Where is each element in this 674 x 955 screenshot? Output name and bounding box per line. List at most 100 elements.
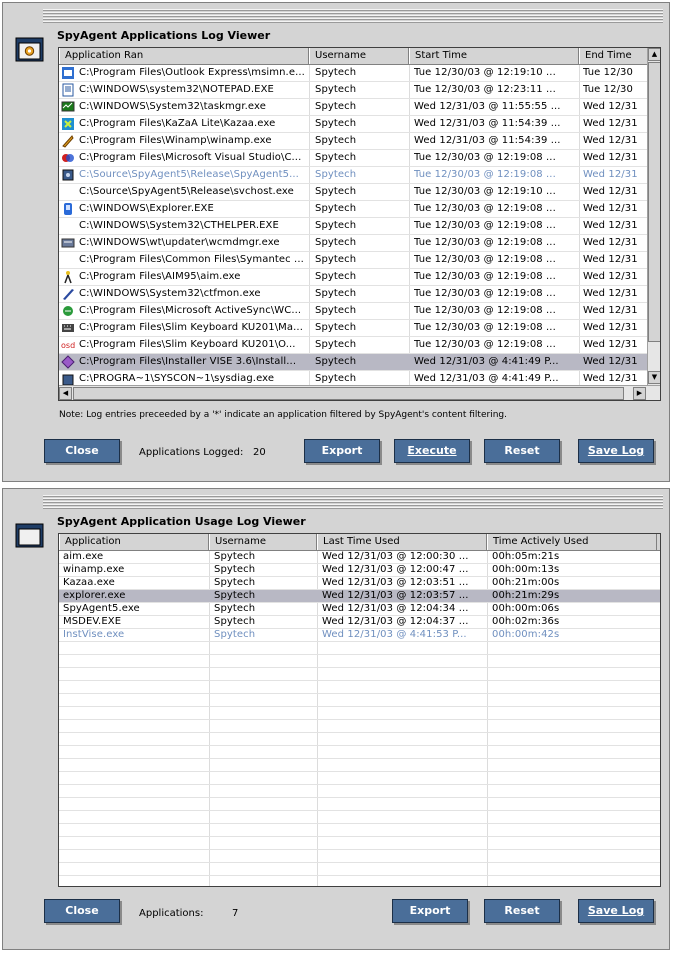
end-time: Wed 12/31	[583, 237, 638, 248]
usage-log-table[interactable]: Application Username Last Time Used Time…	[58, 533, 661, 887]
table-row[interactable]: osd C:\Program Files\Slim Keyboard KU201\…	[59, 337, 649, 354]
table-row[interactable]: C:\Program Files\KaZaA Lite\Kazaa.exe Spy…	[59, 116, 649, 133]
end-time: Tue 12/30	[583, 67, 633, 78]
username: Spytech	[214, 603, 256, 614]
table-row[interactable]: InstVise.exe Spytech Wed 12/31/03 @ 4:41:5…	[59, 629, 660, 642]
username: Spytech	[315, 237, 357, 248]
column-header-start-time[interactable]: Start Time	[409, 48, 579, 64]
table-row[interactable]: aim.exe Spytech Wed 12/31/03 @ 12:00:30 ..…	[59, 551, 660, 564]
close-button[interactable]: Close	[44, 439, 120, 463]
column-header-application[interactable]: Application	[59, 534, 209, 550]
table-row[interactable]: C:\Program Files\AIM95\aim.exe Spytech Tue…	[59, 269, 649, 286]
end-time: Wed 12/31	[583, 254, 638, 265]
visual-studio-icon	[61, 151, 75, 165]
table-row[interactable]: C:\Program Files\Common Files\Symantec .…	[59, 252, 649, 269]
kazaa-icon	[61, 117, 75, 131]
start-time: Wed 12/31/03 @ 4:41:49 P...	[414, 373, 559, 384]
column-header-end-time[interactable]: End Time	[579, 48, 649, 64]
application-path: C:\Program Files\Microsoft Visual Studio…	[79, 152, 302, 163]
table-row[interactable]: winamp.exe Spytech Wed 12/31/03 @ 12:00:47…	[59, 564, 660, 577]
scroll-up-icon[interactable]: ▲	[648, 48, 660, 61]
username: Spytech	[214, 577, 256, 588]
save-log-button[interactable]: Save Log	[578, 439, 654, 463]
column-header-last-time-used[interactable]: Last Time Used	[317, 534, 487, 550]
table-row[interactable]: C:\PROGRA~1\SYSCON~1\sysdiag.exe Spytech W…	[59, 371, 649, 385]
time-actively-used: 00h:00m:13s	[492, 564, 560, 575]
table-row[interactable]: C:\WINDOWS\System32\ctfmon.exe Spytech Tue…	[59, 286, 649, 303]
empty-table-row	[59, 824, 660, 837]
table-row[interactable]: C:\Program Files\Outlook Express\msimn.e…	[59, 65, 649, 82]
table-row[interactable]: C:\Program Files\Microsoft Visual Studio…	[59, 150, 649, 167]
table-row[interactable]: C:\Program Files\Winamp\winamp.exe Spytec…	[59, 133, 649, 150]
username: Spytech	[315, 271, 357, 282]
empty-table-row	[59, 707, 660, 720]
table-row[interactable]: C:\Source\SpyAgent5\Release\svchost.exe S…	[59, 184, 649, 201]
reset-button[interactable]: Reset	[484, 439, 560, 463]
start-time: Tue 12/30/03 @ 12:19:08 ...	[414, 220, 556, 231]
table-row[interactable]: C:\WINDOWS\System32\taskmgr.exe Spytech We…	[59, 99, 649, 116]
last-time-used: Wed 12/31/03 @ 12:00:30 ...	[322, 551, 469, 562]
close-button[interactable]: Close	[44, 899, 120, 923]
username: Spytech	[315, 305, 357, 316]
installer-vise-icon	[61, 355, 75, 369]
table-row[interactable]: C:\WINDOWS\Explorer.EXE Spytech Tue 12/30/…	[59, 201, 649, 218]
winamp-icon	[61, 134, 75, 148]
table-row[interactable]: C:\Source\SpyAgent5\Release\SpyAgent5...…	[59, 167, 649, 184]
scroll-right-icon[interactable]: ▶	[633, 387, 646, 400]
column-header-username[interactable]: Username	[209, 534, 317, 550]
empty-table-row	[59, 785, 660, 798]
table-row[interactable]: C:\WINDOWS\System32\CTHELPER.EXE Spytech T…	[59, 218, 649, 235]
vertical-scrollbar[interactable]: ▲ ▼	[647, 48, 660, 385]
execute-button[interactable]: Execute	[394, 439, 470, 463]
application-path: C:\WINDOWS\wt\updater\wcmdmgr.exe	[79, 237, 280, 248]
application-name: MSDEV.EXE	[63, 616, 122, 627]
horizontal-scroll-thumb[interactable]	[73, 387, 624, 400]
reset-button[interactable]: Reset	[484, 899, 560, 923]
application-name: explorer.exe	[63, 590, 126, 601]
table-row[interactable]: explorer.exe Spytech Wed 12/31/03 @ 12:03:…	[59, 590, 660, 603]
usage-log-window-icon	[15, 523, 45, 549]
start-time: Tue 12/30/03 @ 12:19:08 ...	[414, 254, 556, 265]
table-row[interactable]: C:\Program Files\Slim Keyboard KU201\Ma.…	[59, 320, 649, 337]
table-row[interactable]: Kazaa.exe Spytech Wed 12/31/03 @ 12:03:51 …	[59, 577, 660, 590]
start-time: Wed 12/31/03 @ 11:55:55 ...	[414, 101, 561, 112]
application-name: SpyAgent5.exe	[63, 603, 140, 614]
application-path: C:\Program Files\Common Files\Symantec .…	[79, 254, 304, 265]
table-row[interactable]: C:\WINDOWS\wt\updater\wcmdmgr.exe Spytech…	[59, 235, 649, 252]
end-time: Wed 12/31	[583, 305, 638, 316]
empty-table-row	[59, 720, 660, 733]
column-header-time-actively-used[interactable]: Time Actively Used	[487, 534, 657, 550]
end-time: Wed 12/31	[583, 271, 638, 282]
vertical-scroll-thumb[interactable]	[648, 62, 660, 342]
applications-log-table[interactable]: Application Ran Username Start Time End …	[58, 47, 661, 401]
title-stripes	[43, 495, 663, 509]
export-button[interactable]: Export	[392, 899, 468, 923]
table-row[interactable]: SpyAgent5.exe Spytech Wed 12/31/03 @ 12:04…	[59, 603, 660, 616]
application-name: InstVise.exe	[63, 629, 125, 640]
application-path: C:\Source\SpyAgent5\Release\svchost.exe	[79, 186, 294, 197]
column-header-username[interactable]: Username	[309, 48, 409, 64]
explorer-icon	[61, 202, 75, 216]
application-usage-log-viewer-panel: SpyAgent Application Usage Log Viewer Ap…	[2, 488, 670, 950]
time-actively-used: 00h:00m:06s	[492, 603, 560, 614]
scroll-down-icon[interactable]: ▼	[648, 371, 660, 384]
column-header-application-ran[interactable]: Application Ran	[59, 48, 309, 64]
table-row[interactable]: C:\Program Files\Installer VISE 3.6\Inst…	[59, 354, 649, 371]
horizontal-scrollbar[interactable]: ◀ ▶	[59, 385, 660, 400]
empty-table-row	[59, 759, 660, 772]
sysdiag-icon	[61, 372, 75, 385]
table-row[interactable]: MSDEV.EXE Spytech Wed 12/31/03 @ 12:04:37 …	[59, 616, 660, 629]
export-button[interactable]: Export	[304, 439, 380, 463]
table-header: Application Ran Username Start Time End …	[59, 48, 649, 65]
end-time: Wed 12/31	[583, 203, 638, 214]
application-path: C:\Program Files\KaZaA Lite\Kazaa.exe	[79, 118, 276, 129]
table-row[interactable]: C:\Program Files\Microsoft ActiveSync\WC…	[59, 303, 649, 320]
scroll-left-icon[interactable]: ◀	[59, 387, 72, 400]
empty-table-row	[59, 733, 660, 746]
save-log-button[interactable]: Save Log	[578, 899, 654, 923]
username: Spytech	[214, 616, 256, 627]
empty-table-row	[59, 837, 660, 850]
table-row[interactable]: C:\WINDOWS\system32\NOTEPAD.EXE Spytech Tu…	[59, 82, 649, 99]
time-actively-used: 00h:00m:42s	[492, 629, 560, 640]
end-time: Wed 12/31	[583, 322, 638, 333]
